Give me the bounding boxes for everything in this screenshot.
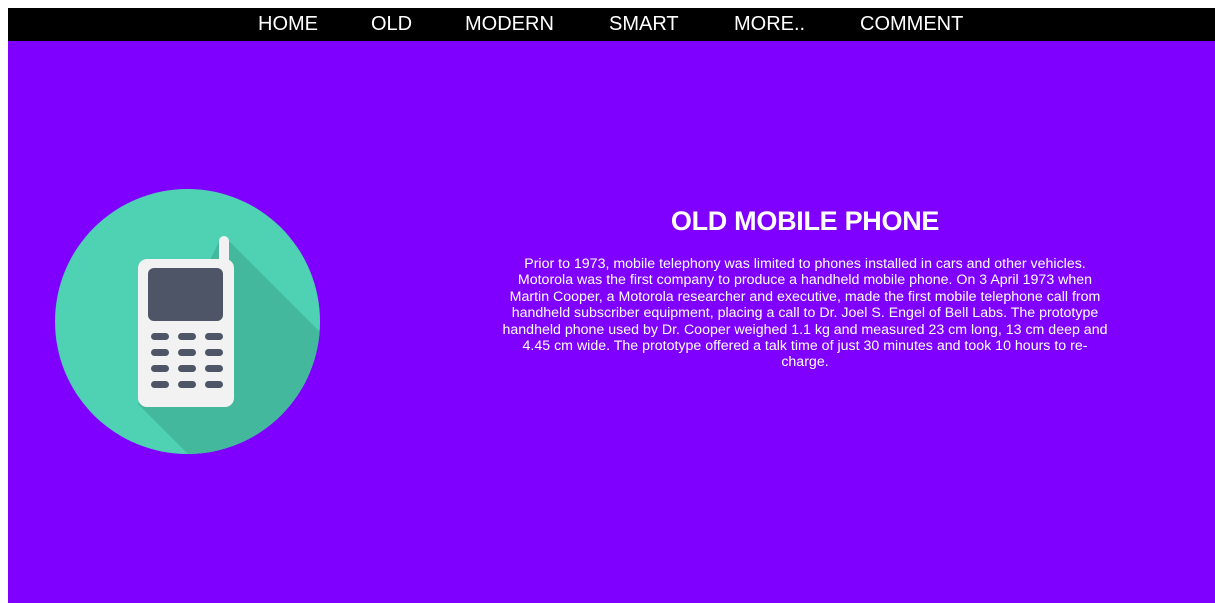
mobile-phone-icon (55, 189, 320, 454)
nav-old[interactable]: OLD (371, 8, 412, 41)
nav-modern[interactable]: MODERN (465, 8, 554, 41)
hero-content: OLD MOBILE PHONE Prior to 1973, mobile t… (500, 204, 1110, 371)
nav-comment[interactable]: COMMENT (860, 8, 963, 41)
top-navbar: HOME OLD MODERN SMART MORE.. COMMENT (8, 8, 1215, 41)
page-description: Prior to 1973, mobile telephony was limi… (502, 256, 1108, 371)
nav-home[interactable]: HOME (258, 8, 318, 41)
page-title: OLD MOBILE PHONE (670, 206, 940, 236)
nav-smart[interactable]: SMART (609, 8, 679, 41)
page-frame: HOME OLD MODERN SMART MORE.. COMMENT OLD… (8, 8, 1215, 603)
nav-more[interactable]: MORE.. (734, 8, 805, 41)
